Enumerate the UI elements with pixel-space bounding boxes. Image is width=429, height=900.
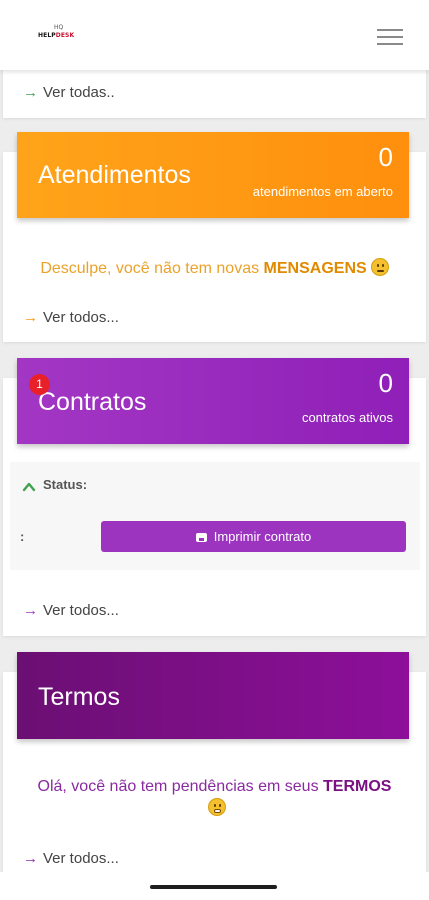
contratos-count: 0 xyxy=(378,368,393,398)
notification-badge: 1 xyxy=(29,374,50,395)
atendimentos-subtitle: atendimentos em aberto xyxy=(252,184,393,199)
atendimentos-empty-message: Desculpe, você não tem novas MENSAGENS xyxy=(0,258,429,278)
chevron-up-icon[interactable] xyxy=(22,480,36,494)
arrow-right-icon: → xyxy=(23,602,38,619)
status-value: : xyxy=(20,529,25,544)
atendimentos-count: 0 xyxy=(378,142,393,172)
status-label: Status: xyxy=(43,477,88,492)
arrow-right-icon: → xyxy=(23,850,38,867)
atendimentos-title: Atendimentos xyxy=(38,161,191,189)
helpdesk-logo: HQ HELPDESK xyxy=(38,24,88,44)
printer-icon xyxy=(195,533,207,542)
ver-todas-link[interactable]: → Ver todas.. xyxy=(23,84,115,101)
contratos-title: Contratos xyxy=(38,388,147,416)
termos-empty-message: Olá, você não tem pendências em seus TER… xyxy=(0,776,429,820)
atendimentos-header[interactable]: Atendimentos 0 atendimentos em aberto xyxy=(17,132,409,218)
termos-ver-todos-link[interactable]: → Ver todos... xyxy=(23,850,119,867)
home-indicator[interactable] xyxy=(150,885,277,889)
contratos-subtitle: contratos ativos xyxy=(301,410,393,425)
logo-hq-text: HQ xyxy=(54,24,64,31)
logo-wordmark: HELPDESK xyxy=(38,32,75,39)
confused-face-icon xyxy=(370,258,389,276)
arrow-right-icon: → xyxy=(23,309,38,326)
termos-header[interactable]: Termos xyxy=(17,652,409,739)
contratos-ver-todos-link[interactable]: → Ver todos... xyxy=(23,602,119,619)
grinning-face-icon xyxy=(207,798,226,816)
hamburger-menu-icon[interactable] xyxy=(377,29,403,47)
print-contract-button[interactable]: Imprimir contrato xyxy=(101,521,406,552)
atendimentos-ver-todos-link[interactable]: → Ver todos... xyxy=(23,309,119,326)
contratos-header[interactable]: Contratos 0 contratos ativos xyxy=(17,358,409,444)
app-header: HQ HELPDESK xyxy=(0,0,429,70)
termos-title: Termos xyxy=(38,683,120,711)
arrow-right-icon: → xyxy=(23,84,38,101)
